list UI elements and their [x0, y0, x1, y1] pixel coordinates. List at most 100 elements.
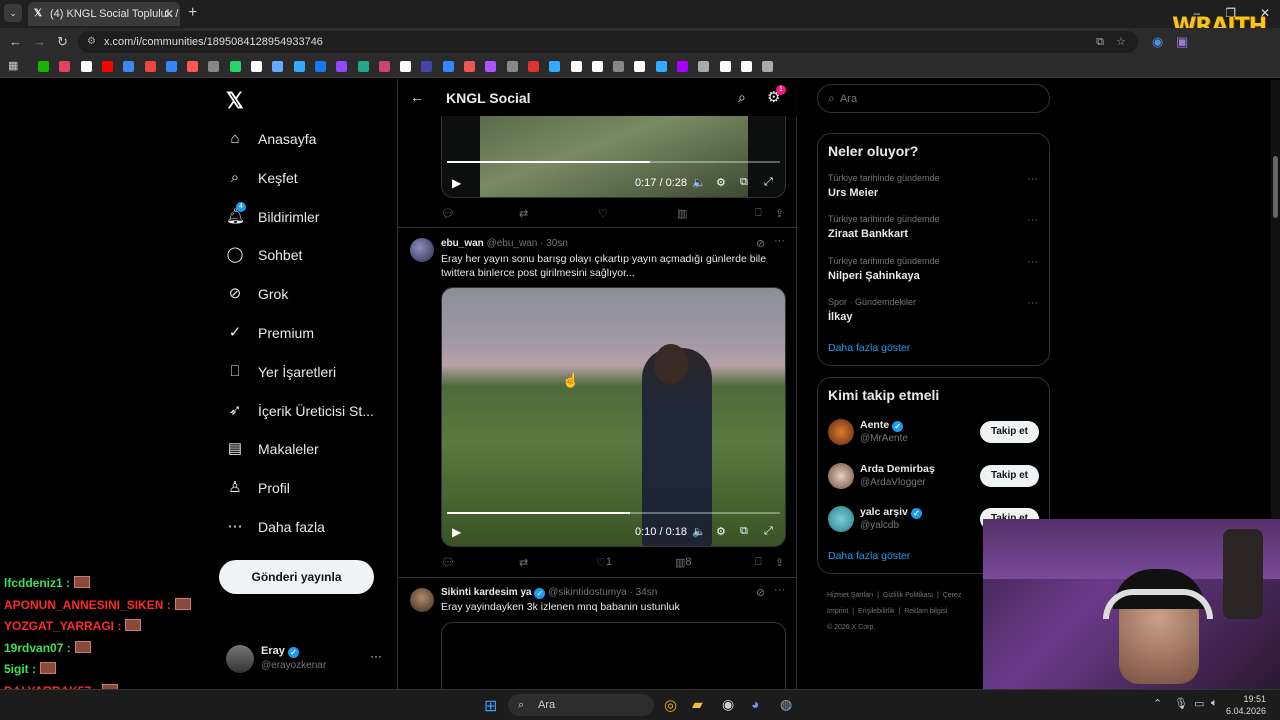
bookmark-star-icon[interactable]: ☆ [1116, 31, 1126, 53]
play-icon[interactable]: ▶ [452, 525, 461, 539]
show-more-trends-link[interactable]: Daha fazla göster [828, 342, 910, 354]
close-tab-icon[interactable]: ✕ [164, 7, 174, 21]
bookmark-favicon-icon[interactable] [464, 61, 475, 72]
account-switcher[interactable]: Eray ✓ @erayozkenar ··· [226, 643, 386, 675]
avatar[interactable] [410, 588, 434, 612]
play-icon[interactable]: ▶ [452, 176, 461, 190]
sidebar-item-premium[interactable]: ✓ Premium [226, 318, 314, 348]
file-explorer-icon[interactable]: ▰ [692, 696, 703, 713]
trend-more-icon[interactable]: ··· [1027, 214, 1038, 226]
back-arrow-icon[interactable]: ← [410, 89, 424, 105]
bookmark-favicon-icon[interactable] [165, 61, 177, 72]
sidebar-item-keşfet[interactable]: ⌕ Keşfet [226, 163, 298, 193]
bookmark-favicon-icon[interactable] [101, 61, 113, 72]
video-progress-track[interactable] [447, 512, 780, 514]
trend-more-icon[interactable]: ··· [1027, 173, 1038, 185]
bookmark-favicon-icon[interactable] [655, 61, 667, 72]
reply-icon[interactable]: 💬︎ [441, 556, 455, 569]
bookmark-favicon-icon[interactable] [677, 61, 688, 72]
follow-button[interactable]: Takip et [980, 421, 1039, 443]
display-icon[interactable]: ▭ [1194, 697, 1204, 710]
bookmark-favicon-icon[interactable] [378, 61, 390, 72]
views-button[interactable]: ▥ 8 [675, 556, 692, 569]
bookmark-favicon-icon[interactable] [400, 61, 412, 72]
bookmark-icon[interactable]: ⎕ [755, 556, 762, 569]
apps-grid-icon[interactable]: ▦ [8, 59, 18, 72]
sidebar-item-makaleler[interactable]: ▤ Makaleler [226, 434, 319, 464]
bookmark-favicon-icon[interactable] [570, 61, 582, 72]
tweet[interactable]: ebu_wan @ebu_wan · 30sn ⊘ ··· Eray her y… [398, 228, 796, 578]
author-name[interactable]: ebu_wan [441, 238, 484, 249]
bookmark-icon[interactable]: ⎕ [755, 207, 762, 220]
sidebar-item-daha[interactable]: ⋯ Daha fazla [226, 512, 325, 542]
footer-link[interactable]: Erişilebilirlik [858, 608, 895, 615]
bookmark-favicon-icon[interactable] [698, 61, 710, 72]
like-button[interactable]: ♡ 1 [596, 556, 612, 569]
author-handle[interactable]: @ebu_wan [487, 238, 538, 249]
sidebar-item-bildirimler[interactable]: 🔔︎ 4 Bildirimler [226, 201, 319, 232]
follow-suggestion[interactable]: Aente ✓ @MrAente Takip et [818, 417, 1049, 451]
pip-icon[interactable]: ⧉ [740, 176, 748, 189]
repost-icon[interactable]: ⇄ [519, 556, 528, 569]
tweet-media[interactable] [441, 622, 786, 690]
bookmark-favicon-icon[interactable] [251, 61, 262, 72]
github-icon[interactable]: ◉ [722, 696, 734, 713]
site-info-icon[interactable]: ⚙ [87, 31, 96, 53]
sidebar-item-anasayfa[interactable]: ⌂ Anasayfa [226, 124, 316, 154]
author-handle[interactable]: @sikintidostumya [548, 587, 627, 598]
fullscreen-icon[interactable]: ⤢ [764, 176, 773, 189]
discord-icon[interactable]: ◕ [751, 696, 759, 712]
sidebar-item-yer[interactable]: ⎕ Yer İşaretleri [226, 357, 336, 387]
bookmark-favicon-icon[interactable] [357, 61, 369, 72]
share-icon[interactable]: ⇪ [775, 556, 784, 569]
bookmark-favicon-icon[interactable] [80, 61, 92, 72]
sidebar-item-içerik[interactable]: ➶ İçerik Üreticisi St... [226, 396, 374, 426]
tray-chevron-icon[interactable]: ⌃ [1153, 697, 1162, 710]
address-bar[interactable]: ⚙ x.com/i/communities/189508412895493374… [78, 31, 1138, 53]
avatar[interactable] [828, 419, 854, 445]
bookmark-favicon-icon[interactable] [336, 61, 348, 72]
fullscreen-icon[interactable]: ⤢ [764, 525, 773, 538]
taskbar-search[interactable]: ⌕ Ara [508, 694, 654, 716]
avatar[interactable] [410, 238, 434, 262]
new-tab-button[interactable]: + [188, 4, 197, 22]
repost-icon[interactable]: ⇄ [519, 207, 528, 220]
bookmark-favicon-icon[interactable] [144, 61, 156, 72]
trend-more-icon[interactable]: ··· [1027, 297, 1038, 309]
tab-search-button[interactable]: ⌄ [4, 4, 22, 22]
extension-icon[interactable]: ◉ [1152, 34, 1163, 50]
follow-button[interactable]: Takip et [980, 464, 1039, 487]
grok-icon[interactable]: ⊘ [756, 237, 765, 250]
bookmark-favicon-icon[interactable] [38, 61, 49, 72]
trend-item[interactable]: Türkiye tarihinde gündemde Urs Meier ··· [828, 173, 1038, 199]
sidebar-item-grok[interactable]: ⊘ Grok [226, 279, 289, 309]
back-icon[interactable]: ← [9, 34, 22, 49]
bookmark-favicon-icon[interactable] [59, 61, 71, 72]
bookmark-favicon-icon[interactable] [719, 61, 731, 72]
tweet-time[interactable]: · 30sn [540, 238, 568, 249]
system-clock[interactable]: 19:51 6.04.2026 [1226, 693, 1266, 717]
avatar[interactable] [828, 462, 854, 489]
bookmark-favicon-icon[interactable] [187, 61, 199, 72]
bookmark-favicon-icon[interactable] [208, 61, 220, 72]
reload-icon[interactable]: ↻ [57, 34, 68, 50]
avatar[interactable] [828, 506, 854, 532]
trend-item[interactable]: Türkiye tarihinde gündemde Nilperi Şahink… [828, 256, 1038, 282]
bookmark-favicon-icon[interactable] [442, 61, 454, 72]
steam-icon[interactable]: ◍ [780, 696, 792, 713]
footer-link[interactable]: Çerez [943, 592, 962, 599]
bookmark-favicon-icon[interactable] [272, 61, 284, 72]
footer-link[interactable]: Imprint [827, 608, 848, 615]
volume-tray-icon[interactable]: 🔈︎ [1211, 697, 1218, 710]
bookmark-favicon-icon[interactable] [506, 61, 518, 72]
bookmark-favicon-icon[interactable] [293, 61, 305, 72]
trend-item[interactable]: Spor · Gündemdekiler İlkay ··· [828, 297, 1038, 323]
bookmark-favicon-icon[interactable] [421, 61, 433, 72]
tweet-more-icon[interactable]: ··· [774, 584, 785, 596]
trend-item[interactable]: Türkiye tarihinde gündemde Ziraat Bankkar… [828, 214, 1038, 240]
bookmark-favicon-icon[interactable] [634, 61, 646, 72]
bookmark-favicon-icon[interactable] [123, 61, 135, 72]
tweet[interactable]: Sikinti kardesim ya ✓ @sikintidostumya ·… [398, 578, 796, 690]
sidebar-item-sohbet[interactable]: ◯ Sohbet [226, 240, 303, 270]
forward-icon[interactable]: → [33, 34, 46, 49]
